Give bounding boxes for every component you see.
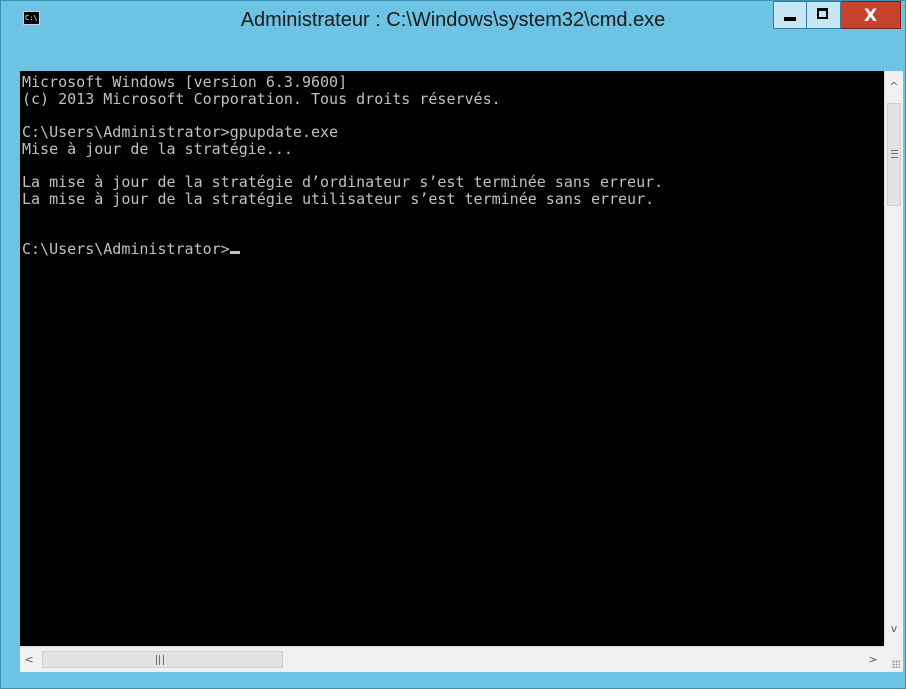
console-prompt: C:\Users\Administrator>	[22, 240, 230, 259]
maximize-icon	[817, 8, 828, 19]
maximize-button[interactable]	[807, 1, 841, 29]
resize-grip[interactable]	[884, 646, 903, 672]
cmd-window: C:\. Administrateur : C:\Windows\system3…	[0, 0, 906, 689]
horizontal-scrollbar[interactable]: < >	[20, 646, 884, 672]
console-text: Microsoft Windows [version 6.3.9600] (c)…	[22, 74, 663, 258]
grip-vertical-icon	[156, 655, 164, 665]
console-line: La mise à jour de la stratégie utilisate…	[22, 189, 655, 208]
console-line: La mise à jour de la stratégie d’ordinat…	[22, 173, 664, 192]
scroll-left-button[interactable]: <	[20, 651, 38, 669]
vertical-scrollbar[interactable]: ^ v	[884, 71, 903, 646]
console-line: Mise à jour de la stratégie...	[22, 139, 293, 158]
console-line: C:\Users\Administrator>gpupdate.exe	[22, 123, 339, 142]
console-line: Microsoft Windows [version 6.3.9600]	[22, 73, 348, 91]
title-bar[interactable]: C:\. Administrateur : C:\Windows\system3…	[1, 1, 905, 36]
console-line: (c) 2013 Microsoft Corporation. Tous dro…	[22, 89, 501, 108]
minimize-icon	[784, 17, 796, 21]
minimize-button[interactable]	[773, 1, 807, 29]
resize-grip-icon	[892, 660, 900, 668]
scroll-up-button[interactable]: ^	[885, 78, 903, 96]
scroll-right-button[interactable]: >	[864, 651, 882, 669]
close-button[interactable]: X	[841, 1, 901, 29]
vertical-scroll-thumb[interactable]	[887, 103, 901, 206]
scroll-down-button[interactable]: v	[885, 620, 903, 638]
window-title: Administrateur : C:\Windows\system32\cmd…	[240, 9, 666, 31]
console-output-area[interactable]: Microsoft Windows [version 6.3.9600] (c)…	[20, 71, 884, 646]
horizontal-scroll-thumb[interactable]	[42, 651, 283, 668]
grip-horizontal-icon	[891, 150, 898, 158]
text-cursor	[229, 251, 240, 255]
